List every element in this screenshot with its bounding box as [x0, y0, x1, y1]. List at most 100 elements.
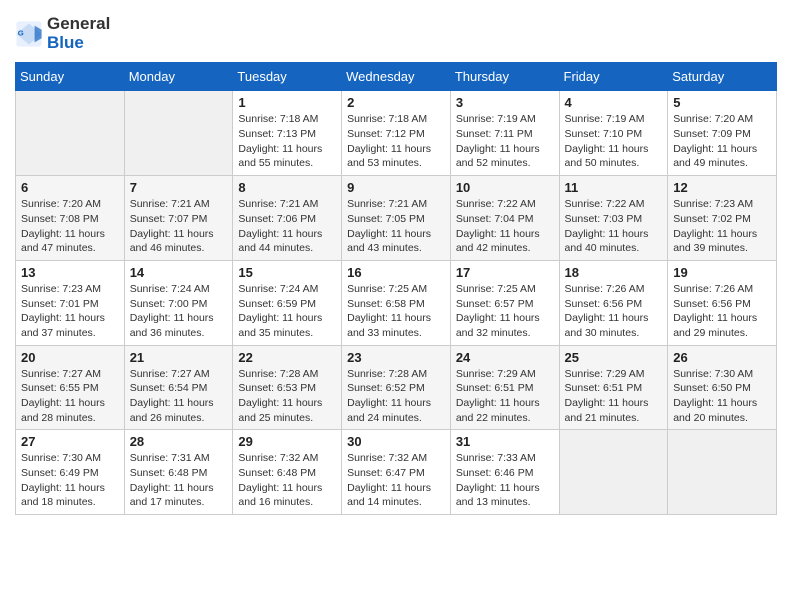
day-info: Sunrise: 7:21 AM Sunset: 7:05 PM Dayligh…: [347, 197, 445, 256]
day-number: 19: [673, 265, 771, 280]
calendar-cell: [124, 91, 233, 176]
day-number: 28: [130, 434, 228, 449]
day-info: Sunrise: 7:27 AM Sunset: 6:54 PM Dayligh…: [130, 367, 228, 426]
calendar-cell: 2 Sunrise: 7:18 AM Sunset: 7:12 PM Daylig…: [342, 91, 451, 176]
day-info: Sunrise: 7:32 AM Sunset: 6:48 PM Dayligh…: [238, 451, 336, 510]
day-number: 3: [456, 95, 554, 110]
week-row-5: 27 Sunrise: 7:30 AM Sunset: 6:49 PM Dayli…: [16, 430, 777, 515]
day-info: Sunrise: 7:21 AM Sunset: 7:07 PM Dayligh…: [130, 197, 228, 256]
day-number: 30: [347, 434, 445, 449]
calendar-cell: 4 Sunrise: 7:19 AM Sunset: 7:10 PM Daylig…: [559, 91, 668, 176]
calendar-cell: 15 Sunrise: 7:24 AM Sunset: 6:59 PM Dayli…: [233, 260, 342, 345]
calendar-cell: [16, 91, 125, 176]
day-number: 23: [347, 350, 445, 365]
calendar-cell: 13 Sunrise: 7:23 AM Sunset: 7:01 PM Dayli…: [16, 260, 125, 345]
day-info: Sunrise: 7:24 AM Sunset: 7:00 PM Dayligh…: [130, 282, 228, 341]
day-info: Sunrise: 7:31 AM Sunset: 6:48 PM Dayligh…: [130, 451, 228, 510]
calendar-cell: 19Sunrise: 7:26 AM Sunset: 6:56 PM Dayli…: [668, 260, 777, 345]
calendar-cell: 10Sunrise: 7:22 AM Sunset: 7:04 PM Dayli…: [450, 176, 559, 261]
day-info: Sunrise: 7:23 AM Sunset: 7:01 PM Dayligh…: [21, 282, 119, 341]
day-number: 21: [130, 350, 228, 365]
day-number: 24: [456, 350, 554, 365]
calendar-cell: 25 Sunrise: 7:29 AM Sunset: 6:51 PM Dayli…: [559, 345, 668, 430]
day-number: 4: [565, 95, 663, 110]
calendar-cell: 17 Sunrise: 7:25 AM Sunset: 6:57 PM Dayli…: [450, 260, 559, 345]
day-number: 1: [238, 95, 336, 110]
calendar-cell: 30 Sunrise: 7:32 AM Sunset: 6:47 PM Dayli…: [342, 430, 451, 515]
day-info: Sunrise: 7:19 AM Sunset: 7:10 PM Dayligh…: [565, 112, 663, 171]
day-info: Sunrise: 7:26 AM Sunset: 6:56 PM Dayligh…: [565, 282, 663, 341]
weekday-header-row: SundayMondayTuesdayWednesdayThursdayFrid…: [16, 63, 777, 91]
day-info: Sunrise: 7:29 AM Sunset: 6:51 PM Dayligh…: [456, 367, 554, 426]
calendar-cell: 31Sunrise: 7:33 AM Sunset: 6:46 PM Dayli…: [450, 430, 559, 515]
day-number: 7: [130, 180, 228, 195]
day-number: 25: [565, 350, 663, 365]
weekday-header-saturday: Saturday: [668, 63, 777, 91]
calendar-cell: [559, 430, 668, 515]
day-number: 22: [238, 350, 336, 365]
week-row-1: 1 Sunrise: 7:18 AM Sunset: 7:13 PM Daylig…: [16, 91, 777, 176]
calendar-cell: 6 Sunrise: 7:20 AM Sunset: 7:08 PM Daylig…: [16, 176, 125, 261]
day-info: Sunrise: 7:20 AM Sunset: 7:08 PM Dayligh…: [21, 197, 119, 256]
calendar-cell: 27 Sunrise: 7:30 AM Sunset: 6:49 PM Dayli…: [16, 430, 125, 515]
calendar-cell: 7 Sunrise: 7:21 AM Sunset: 7:07 PM Daylig…: [124, 176, 233, 261]
day-number: 26: [673, 350, 771, 365]
day-number: 14: [130, 265, 228, 280]
day-info: Sunrise: 7:18 AM Sunset: 7:12 PM Dayligh…: [347, 112, 445, 171]
day-number: 27: [21, 434, 119, 449]
calendar-cell: 11 Sunrise: 7:22 AM Sunset: 7:03 PM Dayli…: [559, 176, 668, 261]
day-info: Sunrise: 7:28 AM Sunset: 6:52 PM Dayligh…: [347, 367, 445, 426]
day-info: Sunrise: 7:25 AM Sunset: 6:57 PM Dayligh…: [456, 282, 554, 341]
week-row-2: 6 Sunrise: 7:20 AM Sunset: 7:08 PM Daylig…: [16, 176, 777, 261]
week-row-3: 13 Sunrise: 7:23 AM Sunset: 7:01 PM Dayli…: [16, 260, 777, 345]
day-info: Sunrise: 7:20 AM Sunset: 7:09 PM Dayligh…: [673, 112, 771, 171]
day-info: Sunrise: 7:28 AM Sunset: 6:53 PM Dayligh…: [238, 367, 336, 426]
calendar-cell: 28 Sunrise: 7:31 AM Sunset: 6:48 PM Dayli…: [124, 430, 233, 515]
day-info: Sunrise: 7:24 AM Sunset: 6:59 PM Dayligh…: [238, 282, 336, 341]
calendar-cell: 12 Sunrise: 7:23 AM Sunset: 7:02 PM Dayli…: [668, 176, 777, 261]
weekday-header-friday: Friday: [559, 63, 668, 91]
day-number: 5: [673, 95, 771, 110]
day-info: Sunrise: 7:21 AM Sunset: 7:06 PM Dayligh…: [238, 197, 336, 256]
day-number: 11: [565, 180, 663, 195]
day-number: 13: [21, 265, 119, 280]
day-number: 16: [347, 265, 445, 280]
day-number: 15: [238, 265, 336, 280]
day-number: 31: [456, 434, 554, 449]
day-info: Sunrise: 7:25 AM Sunset: 6:58 PM Dayligh…: [347, 282, 445, 341]
calendar-cell: 9 Sunrise: 7:21 AM Sunset: 7:05 PM Daylig…: [342, 176, 451, 261]
calendar-cell: 3Sunrise: 7:19 AM Sunset: 7:11 PM Daylig…: [450, 91, 559, 176]
day-number: 6: [21, 180, 119, 195]
day-number: 8: [238, 180, 336, 195]
weekday-header-sunday: Sunday: [16, 63, 125, 91]
calendar-cell: 1 Sunrise: 7:18 AM Sunset: 7:13 PM Daylig…: [233, 91, 342, 176]
weekday-header-monday: Monday: [124, 63, 233, 91]
day-info: Sunrise: 7:29 AM Sunset: 6:51 PM Dayligh…: [565, 367, 663, 426]
calendar-cell: 22 Sunrise: 7:28 AM Sunset: 6:53 PM Dayli…: [233, 345, 342, 430]
day-number: 12: [673, 180, 771, 195]
calendar-cell: 26 Sunrise: 7:30 AM Sunset: 6:50 PM Dayli…: [668, 345, 777, 430]
logo: G General Blue: [15, 15, 110, 52]
day-number: 2: [347, 95, 445, 110]
day-number: 29: [238, 434, 336, 449]
page-header: G General Blue: [15, 15, 777, 52]
day-number: 17: [456, 265, 554, 280]
weekday-header-thursday: Thursday: [450, 63, 559, 91]
svg-text:G: G: [18, 28, 24, 37]
calendar-cell: 24 Sunrise: 7:29 AM Sunset: 6:51 PM Dayli…: [450, 345, 559, 430]
calendar-cell: 16 Sunrise: 7:25 AM Sunset: 6:58 PM Dayli…: [342, 260, 451, 345]
day-info: Sunrise: 7:30 AM Sunset: 6:50 PM Dayligh…: [673, 367, 771, 426]
day-info: Sunrise: 7:22 AM Sunset: 7:03 PM Dayligh…: [565, 197, 663, 256]
day-info: Sunrise: 7:27 AM Sunset: 6:55 PM Dayligh…: [21, 367, 119, 426]
day-number: 9: [347, 180, 445, 195]
day-number: 18: [565, 265, 663, 280]
calendar-cell: 29 Sunrise: 7:32 AM Sunset: 6:48 PM Dayli…: [233, 430, 342, 515]
day-info: Sunrise: 7:23 AM Sunset: 7:02 PM Dayligh…: [673, 197, 771, 256]
weekday-header-wednesday: Wednesday: [342, 63, 451, 91]
day-info: Sunrise: 7:18 AM Sunset: 7:13 PM Dayligh…: [238, 112, 336, 171]
calendar-cell: 23 Sunrise: 7:28 AM Sunset: 6:52 PM Dayli…: [342, 345, 451, 430]
day-info: Sunrise: 7:30 AM Sunset: 6:49 PM Dayligh…: [21, 451, 119, 510]
day-info: Sunrise: 7:32 AM Sunset: 6:47 PM Dayligh…: [347, 451, 445, 510]
calendar-cell: [668, 430, 777, 515]
calendar-table: SundayMondayTuesdayWednesdayThursdayFrid…: [15, 62, 777, 515]
